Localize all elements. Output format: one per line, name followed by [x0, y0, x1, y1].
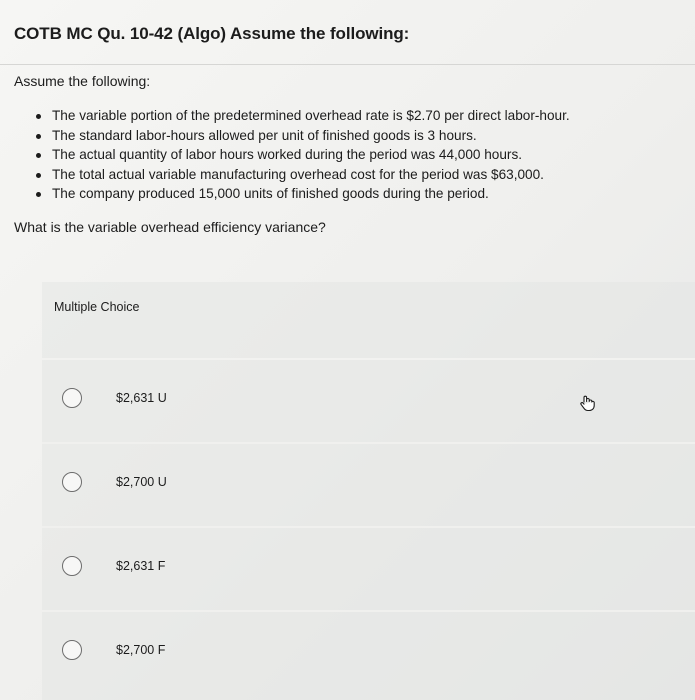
- choice-label[interactable]: $2,631 U: [116, 391, 167, 405]
- assumptions-list: The variable portion of the predetermine…: [30, 106, 570, 204]
- pointer-hand-icon: [580, 395, 595, 412]
- radio-button[interactable]: [62, 556, 82, 576]
- choice-label[interactable]: $2,700 U: [116, 475, 167, 489]
- multiple-choice-label: Multiple Choice: [54, 300, 140, 314]
- multiple-choice-header: Multiple Choice: [42, 282, 695, 360]
- page-title: COTB MC Qu. 10-42 (Algo) Assume the foll…: [14, 24, 410, 43]
- header-bar: COTB MC Qu. 10-42 (Algo) Assume the foll…: [0, 0, 695, 65]
- list-item: The total actual variable manufacturing …: [30, 165, 570, 185]
- question-prompt: What is the variable overhead efficiency…: [14, 219, 326, 235]
- radio-button[interactable]: [62, 388, 82, 408]
- list-item: The company produced 15,000 units of fin…: [30, 184, 570, 204]
- list-item: The standard labor-hours allowed per uni…: [30, 126, 570, 146]
- choice-option-4[interactable]: $2,700 F: [42, 612, 695, 694]
- list-item: The actual quantity of labor hours worke…: [30, 145, 570, 165]
- radio-button[interactable]: [62, 640, 82, 660]
- choice-option-3[interactable]: $2,631 F: [42, 528, 695, 612]
- question-intro: Assume the following:: [14, 73, 151, 89]
- list-item: The variable portion of the predetermine…: [30, 106, 570, 126]
- choice-label[interactable]: $2,700 F: [116, 643, 165, 657]
- radio-button[interactable]: [62, 472, 82, 492]
- choice-label[interactable]: $2,631 F: [116, 559, 165, 573]
- multiple-choice-panel: Multiple Choice $2,631 U $2,700 U $2,631…: [42, 282, 695, 700]
- choice-option-2[interactable]: $2,700 U: [42, 444, 695, 528]
